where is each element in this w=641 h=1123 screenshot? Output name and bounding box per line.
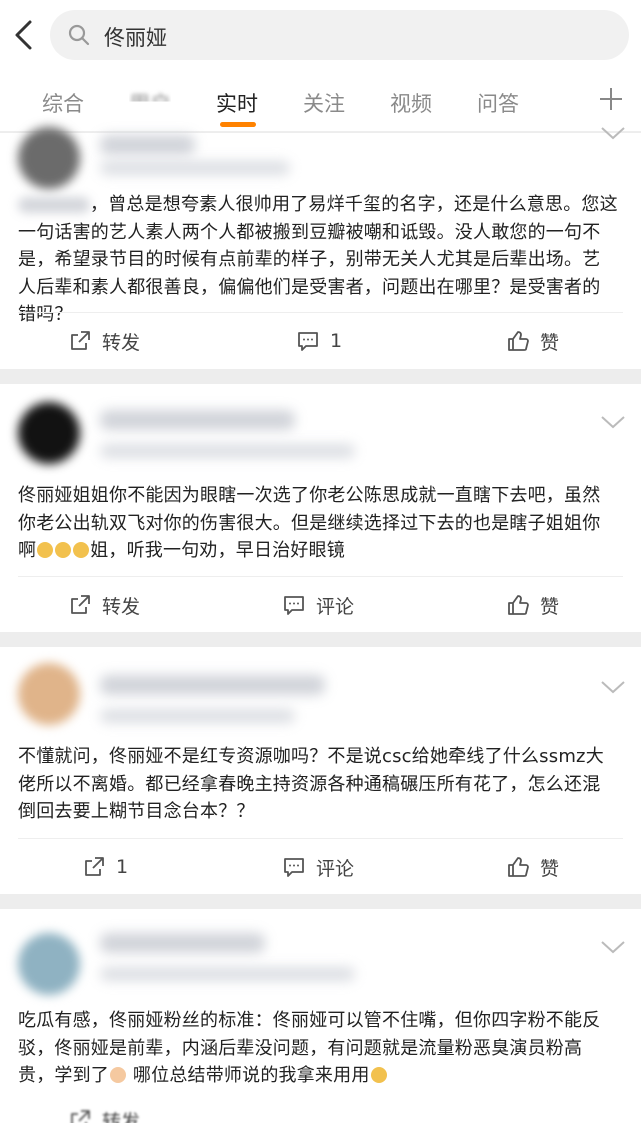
- post-meta-blurred: [100, 444, 355, 458]
- thumbs-up-icon: [508, 595, 529, 615]
- comment-button[interactable]: 评论: [282, 852, 354, 882]
- comment-button[interactable]: 1: [296, 326, 342, 356]
- share-icon: [85, 857, 104, 876]
- like-button[interactable]: 赞: [506, 326, 559, 356]
- post-card: 吃瓜有感，佟丽娅粉丝的标准：佟丽娅可以管不住嘴，但你四字粉不能反驳，佟丽娅是前辈…: [0, 909, 641, 1123]
- share-icon: [71, 331, 90, 350]
- post-meta-blurred: [100, 709, 295, 723]
- like-label: 赞: [540, 595, 560, 618]
- chevron-down-icon[interactable]: [600, 679, 626, 695]
- search-query-text: 佟丽娅: [104, 26, 167, 50]
- tab-following[interactable]: 关注: [303, 88, 345, 118]
- tab-realtime[interactable]: 实时: [216, 88, 258, 118]
- username-blurred[interactable]: [100, 675, 325, 695]
- repost-button[interactable]: 转发: [68, 1105, 140, 1123]
- add-tab-icon[interactable]: [598, 86, 624, 112]
- post-text-tail: 姐，听我一句劝，早日治好眼镜: [90, 540, 346, 561]
- avatar[interactable]: [18, 127, 80, 189]
- comment-icon: [284, 858, 304, 877]
- avatar[interactable]: [18, 402, 80, 464]
- repost-button[interactable]: 1: [82, 852, 128, 882]
- divider: [18, 838, 623, 839]
- comment-label: 评论: [316, 857, 355, 880]
- crying-emoji-icon: [37, 542, 54, 558]
- tab-users[interactable]: 用户: [129, 88, 171, 102]
- like-button[interactable]: 赞: [506, 590, 559, 620]
- repost-label: 转发: [102, 595, 141, 618]
- repost-label: 转发: [102, 1110, 141, 1123]
- tabs-fade: [540, 78, 590, 126]
- repost-button[interactable]: 转发: [68, 326, 140, 356]
- repost-button[interactable]: 转发: [68, 590, 140, 620]
- comment-label: 评论: [316, 595, 355, 618]
- like-label: 赞: [540, 857, 560, 880]
- victory-hand-icon: [110, 1067, 126, 1083]
- post-card: 佟丽娅姐姐你不能因为眼瞎一次选了你老公陈思成就一直瞎下去吧，虽然你老公出轨双飞对…: [0, 384, 641, 632]
- search-icon: [68, 24, 90, 46]
- search-tabs: 综合 用户 实时 关注 视频 问答: [0, 70, 641, 132]
- thumbs-up-icon: [508, 331, 529, 351]
- post-text-tail: 哪位总结带师说的我拿来用用: [127, 1065, 370, 1086]
- search-input[interactable]: 佟丽娅: [50, 10, 629, 60]
- tab-qa[interactable]: 问答: [477, 88, 519, 118]
- tab-video[interactable]: 视频: [390, 88, 432, 118]
- like-label: 赞: [540, 331, 560, 354]
- comment-button[interactable]: 评论: [282, 590, 354, 620]
- avatar[interactable]: [18, 663, 80, 725]
- avatar[interactable]: [18, 933, 80, 995]
- share-icon: [71, 1110, 90, 1123]
- chevron-down-icon[interactable]: [600, 125, 626, 141]
- post-text: ，曾总是想夸素人很帅用了易烊千玺的名字，还是什么意思。您这一句话害的艺人素人两个…: [18, 194, 618, 325]
- share-icon: [71, 595, 90, 614]
- comment-icon: [298, 332, 318, 351]
- post-text: 吃瓜有感，佟丽娅粉丝的标准：佟丽娅可以管不住嘴，但你四字粉不能反驳，佟丽娅是前辈…: [18, 1007, 618, 1090]
- top-bar: 佟丽娅: [0, 0, 641, 70]
- username-blurred[interactable]: [100, 933, 265, 953]
- post-text: 佟丽娅姐姐你不能因为眼瞎一次选了你老公陈思成就一直瞎下去吧，虽然你老公出轨双飞对…: [18, 482, 618, 565]
- comment-count: 1: [330, 330, 343, 352]
- post-meta-blurred: [100, 967, 355, 981]
- post-card: 不懂就问，佟丽娅不是红专资源咖吗？不是说csc给她牵线了什么ssmz大佬所以不离…: [0, 647, 641, 894]
- post-meta-blurred: [100, 161, 290, 175]
- back-arrow-icon[interactable]: [10, 18, 40, 52]
- thumbs-up-icon: [508, 857, 529, 877]
- username-blurred[interactable]: [100, 410, 295, 430]
- active-tab-indicator: [220, 122, 256, 127]
- divider: [18, 312, 623, 313]
- smile-emoji-icon: [370, 1067, 387, 1083]
- chevron-down-icon[interactable]: [600, 414, 626, 430]
- post-text: 不懂就问，佟丽娅不是红专资源咖吗？不是说csc给她牵线了什么ssmz大佬所以不离…: [18, 746, 604, 822]
- tab-comprehensive[interactable]: 综合: [42, 88, 84, 118]
- post-card: ，曾总是想夸素人很帅用了易烊千玺的名字，还是什么意思。您这一句话害的艺人素人两个…: [0, 127, 641, 369]
- crying-emoji-icon: [55, 542, 72, 558]
- crying-emoji-icon: [73, 542, 90, 558]
- chevron-down-icon[interactable]: [600, 939, 626, 955]
- repost-count: 1: [116, 856, 129, 878]
- comment-icon: [284, 596, 304, 615]
- repost-label: 转发: [102, 331, 141, 354]
- username-blurred[interactable]: [100, 135, 195, 155]
- divider: [18, 576, 623, 577]
- like-button[interactable]: 赞: [506, 852, 559, 882]
